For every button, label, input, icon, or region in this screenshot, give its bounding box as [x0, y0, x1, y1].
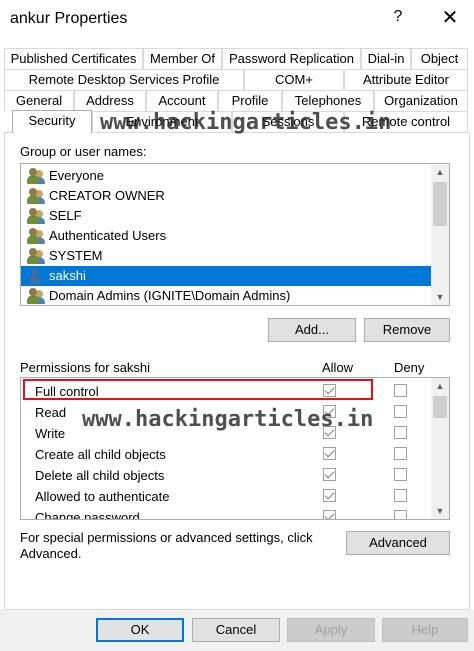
tab-dial-in[interactable]: Dial-in [361, 48, 411, 69]
group-user-list[interactable]: Everyone CREATOR OWNER SELF Authenticate… [20, 163, 450, 306]
tab-object[interactable]: Object [411, 48, 468, 69]
deny-checkbox[interactable] [394, 447, 407, 460]
deny-checkbox[interactable] [394, 384, 407, 397]
group-icon [27, 248, 45, 264]
deny-header: Deny [394, 360, 425, 375]
permission-name: Delete all child objects [35, 468, 165, 483]
tab-com-plus[interactable]: COM+ [244, 69, 344, 90]
list-item-label: Domain Admins (IGNITE\Domain Admins) [49, 288, 291, 303]
user-icon [27, 268, 45, 284]
list-item[interactable]: Everyone [21, 166, 431, 186]
special-permissions-text-2: Advanced. [20, 546, 82, 561]
tab-organization[interactable]: Organization [374, 90, 468, 111]
window-title: ankur Properties [10, 10, 128, 27]
tab-remote-desktop-services-profile[interactable]: Remote Desktop Services Profile [4, 69, 244, 90]
permissions-list[interactable]: Full control Read Write Create all child… [20, 377, 450, 520]
remove-button[interactable]: Remove [364, 318, 450, 342]
help-icon[interactable]: ? [388, 8, 408, 30]
list-item[interactable]: Domain Admins (IGNITE\Domain Admins) [21, 286, 431, 305]
scroll-up-icon[interactable]: ▲ [431, 378, 449, 394]
permission-name: Read [35, 405, 67, 420]
deny-checkbox[interactable] [394, 489, 407, 502]
permission-row-change-password: Change password [21, 507, 431, 520]
group-list-scrollbar[interactable]: ▲ ▼ [431, 164, 449, 305]
permission-row-create-child: Create all child objects [21, 444, 431, 465]
allow-checkbox[interactable] [323, 510, 336, 519]
tab-security[interactable]: Security [12, 110, 92, 133]
tab-password-replication[interactable]: Password Replication [222, 48, 361, 69]
list-item-selected[interactable]: sakshi [21, 266, 431, 286]
ok-button[interactable]: OK [96, 618, 184, 642]
permission-row-write: Write [21, 423, 431, 444]
tab-telephones[interactable]: Telephones [282, 90, 374, 111]
allow-header: Allow [322, 360, 354, 375]
permission-name: Change password [35, 510, 140, 520]
list-item-label: CREATOR OWNER [49, 188, 165, 203]
permission-row-read: Read [21, 402, 431, 423]
help-button[interactable]: Help [382, 618, 468, 642]
list-item[interactable]: SELF [21, 206, 431, 226]
deny-checkbox[interactable] [394, 510, 407, 519]
tab-address[interactable]: Address [74, 90, 146, 111]
scroll-down-icon[interactable]: ▼ [431, 289, 449, 305]
tab-general[interactable]: General [4, 90, 74, 111]
deny-checkbox[interactable] [394, 426, 407, 439]
permission-name: Create all child objects [35, 447, 166, 462]
allow-checkbox[interactable] [323, 405, 336, 418]
full-control-highlight [23, 379, 373, 400]
group-list-label: Group or user names: [20, 144, 147, 159]
tab-published-certificates[interactable]: Published Certificates [4, 48, 143, 69]
permissions-scrollbar[interactable]: ▲ ▼ [431, 378, 449, 519]
scroll-up-icon[interactable]: ▲ [431, 164, 449, 180]
tab-environment[interactable]: Environment [92, 111, 232, 132]
allow-checkbox[interactable] [323, 426, 336, 439]
tab-attribute-editor[interactable]: Attribute Editor [344, 69, 468, 90]
tab-remote-control[interactable]: Remote control [344, 111, 468, 132]
cancel-button[interactable]: Cancel [192, 618, 280, 642]
title-bar: ankur Properties ? ✕ [0, 0, 474, 40]
permission-row-delete-child: Delete all child objects [21, 465, 431, 486]
permission-name: Write [35, 426, 66, 441]
deny-checkbox[interactable] [394, 468, 407, 481]
tab-profile[interactable]: Profile [218, 90, 282, 111]
list-item[interactable]: SYSTEM [21, 246, 431, 266]
scroll-down-icon[interactable]: ▼ [431, 503, 449, 519]
list-item-label: sakshi [49, 268, 86, 283]
deny-checkbox[interactable] [394, 405, 407, 418]
group-icon [27, 228, 45, 244]
list-item-label: Authenticated Users [49, 228, 167, 243]
group-icon [27, 288, 45, 304]
advanced-button[interactable]: Advanced [346, 531, 450, 555]
list-item[interactable]: CREATOR OWNER [21, 186, 431, 206]
tab-member-of[interactable]: Member Of [143, 48, 222, 69]
dialog-footer: OK Cancel Apply Help [0, 610, 474, 651]
list-item[interactable]: Authenticated Users [21, 226, 431, 246]
apply-button[interactable]: Apply [287, 618, 375, 642]
close-icon[interactable]: ✕ [438, 6, 462, 30]
group-icon [27, 208, 45, 224]
permissions-label: Permissions for sakshi [20, 360, 151, 375]
group-icon [27, 188, 45, 204]
permission-name: Allowed to authenticate [35, 489, 170, 504]
scroll-thumb[interactable] [433, 396, 447, 418]
allow-checkbox[interactable] [323, 489, 336, 502]
add-button[interactable]: Add... [268, 318, 356, 342]
permission-row-allowed-to-authenticate: Allowed to authenticate [21, 486, 431, 507]
tab-sessions[interactable]: Sessions [232, 111, 344, 132]
group-icon [27, 168, 45, 184]
scroll-thumb[interactable] [433, 182, 447, 226]
list-item-label: SYSTEM [49, 248, 103, 263]
tab-account[interactable]: Account [146, 90, 218, 111]
allow-checkbox[interactable] [323, 447, 336, 460]
list-item-label: Everyone [49, 168, 104, 183]
special-permissions-text: For special permissions or advanced sett… [20, 530, 313, 545]
allow-checkbox[interactable] [323, 468, 336, 481]
list-item-label: SELF [49, 208, 82, 223]
